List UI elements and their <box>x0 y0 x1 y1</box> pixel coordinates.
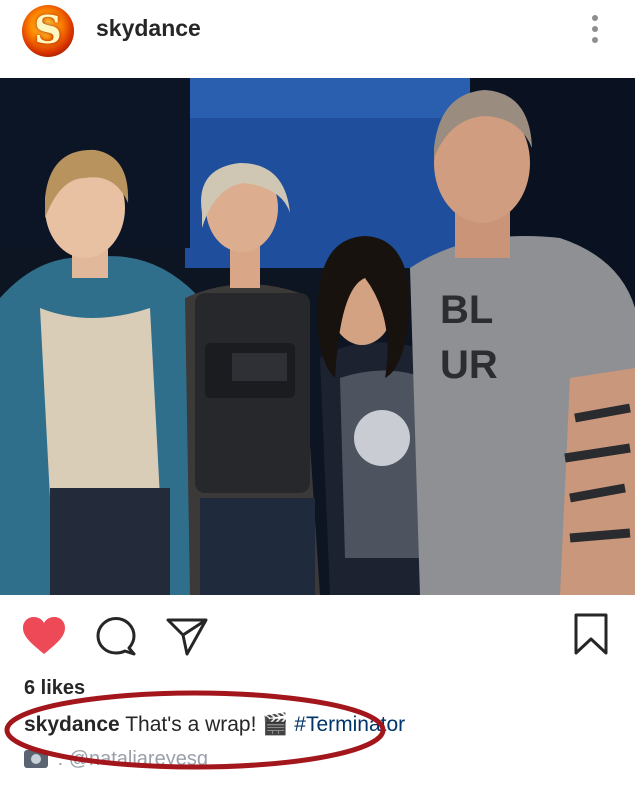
photo-credit: : @nataliareyesg <box>24 748 208 771</box>
post-caption: skydance That's a wrap! 🎬 #Terminator <box>24 713 405 737</box>
caption-text: That's a wrap! <box>125 713 257 736</box>
avatar[interactable]: S <box>22 5 74 57</box>
send-icon[interactable] <box>165 615 209 657</box>
avatar-logo-letter: S <box>34 7 62 52</box>
shirt-text-line1: BL <box>440 288 493 332</box>
bookmark-icon[interactable] <box>573 612 609 656</box>
heart-icon[interactable] <box>22 616 66 656</box>
camera-icon <box>24 750 48 768</box>
post-header: S skydance <box>0 0 635 78</box>
clapper-emoji: 🎬 <box>262 713 289 736</box>
more-options-icon[interactable] <box>588 15 602 47</box>
post-photo-image: BL UR <box>0 78 635 595</box>
hashtag-link[interactable]: #Terminator <box>294 713 405 736</box>
likes-count[interactable]: 6 likes <box>24 677 85 700</box>
post-username[interactable]: skydance <box>96 15 201 42</box>
action-bar <box>0 600 635 670</box>
comment-icon[interactable] <box>95 615 137 657</box>
credit-separator: : <box>57 748 69 770</box>
tagged-user-link[interactable]: @nataliareyesg <box>69 748 208 770</box>
shirt-text-line2: UR <box>440 343 498 387</box>
caption-username[interactable]: skydance <box>24 713 120 736</box>
post-photo[interactable]: BL UR <box>0 78 635 595</box>
